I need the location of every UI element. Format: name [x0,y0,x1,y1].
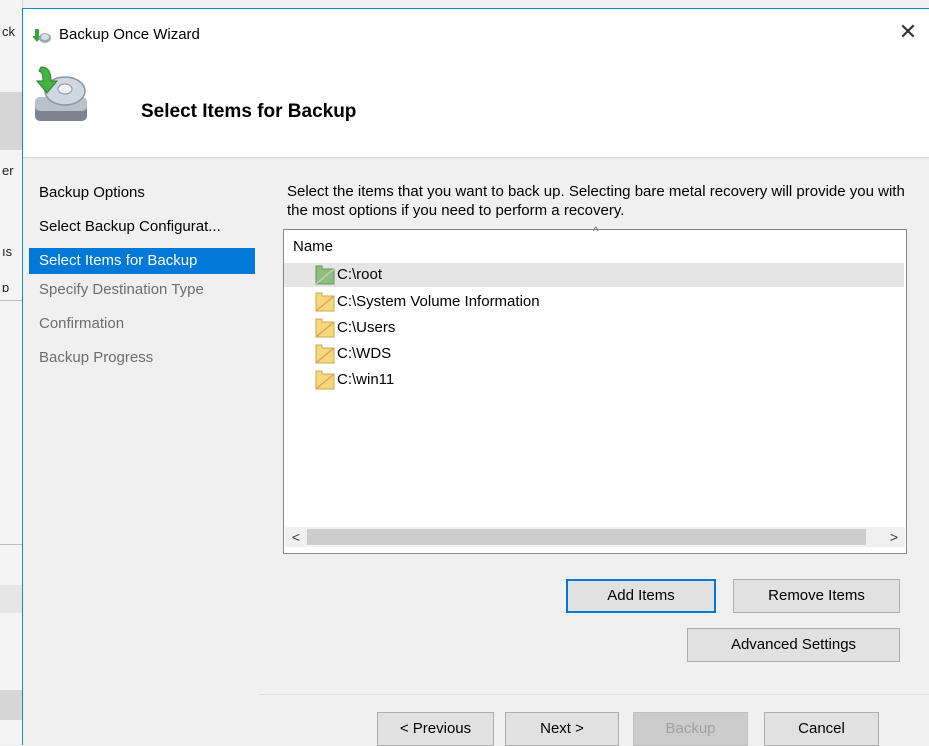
list-item[interactable]: C:\WDS [284,342,904,366]
footer-divider [259,694,929,695]
backup-items-list[interactable]: ^ Name C:\root C:\System Volume Informat… [283,224,907,554]
list-item[interactable]: C:\win11 [284,368,904,392]
backup-button[interactable]: Backup [633,712,748,746]
background-divider [0,300,22,301]
horizontal-scrollbar[interactable]: < > [285,527,905,547]
backup-once-wizard-window: Backup Once Wizard ✕ Select Items for Ba… [22,8,929,746]
list-item[interactable]: C:\root [284,263,904,287]
background-divider [0,544,22,545]
remove-items-button[interactable]: Remove Items [733,579,900,613]
page-title: Select Items for Backup [141,101,357,122]
sort-arrow-icon: ^ [593,224,599,238]
background-text: er [2,163,14,178]
wizard-steps-sidebar: Backup Options Select Backup Configurat.… [23,158,259,745]
background-band [0,92,22,150]
folder-icon [315,370,335,390]
list-item-label: C:\WDS [337,345,392,362]
step-backup-progress: Backup Progress [39,349,154,366]
step-confirmation: Confirmation [39,315,125,332]
previous-button[interactable]: < Previous [377,712,494,746]
scroll-left-arrow-icon[interactable]: < [287,527,305,547]
list-item-label: C:\Users [337,319,396,336]
folder-icon [315,318,335,338]
folder-icon [315,292,335,312]
list-item-label: C:\root [337,266,383,283]
title-bar: Backup Once Wizard ✕ [23,9,929,53]
folder-icon [315,344,335,364]
backup-app-icon [33,29,51,43]
background-window: ck er ıs ɒ [0,0,23,744]
list-item-label: C:\System Volume Information [337,293,540,310]
background-text: ck [2,24,15,39]
step-backup-options: Backup Options [39,184,145,201]
background-band [0,690,22,720]
background-band [0,585,22,613]
scroll-right-arrow-icon[interactable]: > [885,527,903,547]
background-text: ɒ [2,280,10,295]
folder-icon [315,265,335,285]
list-item[interactable]: C:\Users [284,316,904,340]
wizard-content: Select the items that you want to back u… [259,158,929,746]
step-select-items-for-backup: Select Items for Backup [29,248,255,274]
step-specify-destination-type: Specify Destination Type [39,281,204,298]
close-icon[interactable]: ✕ [895,19,921,45]
scrollbar-thumb[interactable] [307,529,866,545]
window-title: Backup Once Wizard [59,26,200,43]
name-column-header[interactable]: Name [293,238,333,255]
list-item-label: C:\win11 [337,371,395,388]
cancel-button[interactable]: Cancel [764,712,879,746]
add-items-button[interactable]: Add Items [566,579,716,613]
instructions-text: Select the items that you want to back u… [287,183,905,219]
step-select-backup-configuration: Select Backup Configurat... [39,218,221,235]
backup-drive-icon [35,66,87,121]
wizard-header: Select Items for Backup [23,53,929,157]
background-text: ıs [2,244,13,259]
advanced-settings-button[interactable]: Advanced Settings [687,628,900,662]
next-button[interactable]: Next > [505,712,619,746]
list-item[interactable]: C:\System Volume Information [284,290,904,314]
